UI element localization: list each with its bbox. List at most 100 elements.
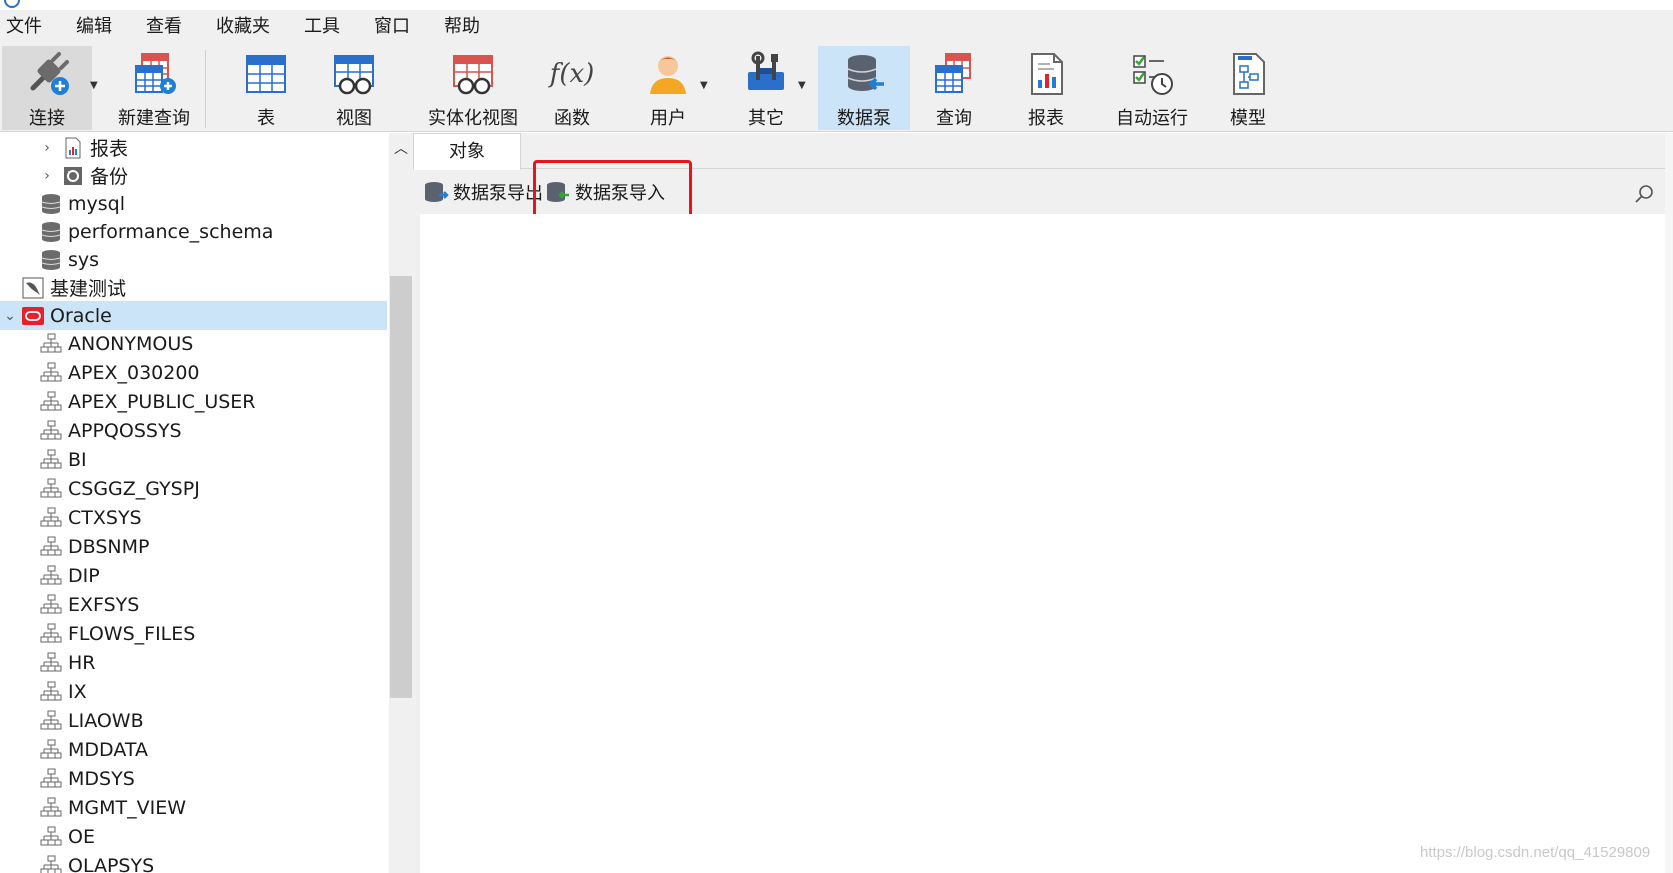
mysql-connection-icon — [22, 277, 44, 299]
schema-icon — [40, 710, 62, 732]
tree-item-mysql[interactable]: mysql — [0, 189, 387, 218]
tree-item-schema[interactable]: OE — [0, 822, 387, 851]
tree-label: MDDATA — [68, 738, 148, 761]
menu-tools[interactable]: 工具 — [287, 10, 357, 44]
view-icon — [330, 50, 378, 98]
tree-item-schema[interactable]: EXFSYS — [0, 590, 387, 619]
tree-item-jijian[interactable]: 基建测试 — [0, 273, 387, 302]
tree-label: 报表 — [90, 138, 129, 160]
tree-item-oracle[interactable]: ⌄ Oracle — [0, 301, 387, 330]
table-icon — [242, 50, 290, 98]
schema-icon — [40, 449, 62, 471]
function-icon: f(x) — [548, 50, 596, 98]
tab-objects[interactable]: 对象 — [413, 133, 521, 170]
view-button[interactable]: 视图 — [318, 46, 390, 130]
tree-label: ANONYMOUS — [68, 332, 194, 355]
tree-label: LIAOWB — [68, 709, 144, 732]
chevron-right-icon[interactable]: › — [40, 140, 54, 156]
tree-item-schema[interactable]: IX — [0, 677, 387, 706]
connect-button[interactable]: 连接 — [2, 46, 92, 130]
tree-item-schema[interactable]: CSGGZ_GYSPJ — [0, 474, 387, 503]
menu-help[interactable]: 帮助 — [427, 10, 497, 44]
search-icon[interactable] — [1634, 184, 1654, 204]
schema-icon — [40, 536, 62, 558]
tree-label: MGMT_VIEW — [68, 796, 187, 819]
tree-item-schema[interactable]: APPQOSSYS — [0, 416, 387, 445]
connect-dropdown-icon[interactable]: ▼ — [90, 80, 98, 91]
tree-item-schema[interactable]: DIP — [0, 561, 387, 590]
tree-item-schema[interactable]: BI — [0, 445, 387, 474]
tree-item-schema[interactable]: MDSYS — [0, 764, 387, 793]
tree-label: OLAPSYS — [68, 854, 155, 873]
tree-label: HR — [68, 651, 96, 674]
tree-label: APEX_030200 — [68, 361, 200, 384]
menu-window[interactable]: 窗口 — [357, 10, 427, 44]
function-label: 函数 — [554, 108, 590, 129]
other-button[interactable]: 其它 — [730, 46, 802, 130]
report-icon — [62, 137, 84, 159]
tools-icon — [742, 50, 790, 98]
tree-item-schema[interactable]: APEX_030200 — [0, 358, 387, 387]
tree-label: CSGGZ_GYSPJ — [68, 477, 200, 500]
tree-item-schema[interactable]: MDDATA — [0, 735, 387, 764]
user-button[interactable]: 用户 — [632, 46, 704, 130]
schema-icon — [40, 623, 62, 645]
tree-item-schema[interactable]: CTXSYS — [0, 503, 387, 532]
tree-label: 基建测试 — [50, 278, 127, 300]
materialized-view-button[interactable]: 实体化视图 — [418, 46, 528, 130]
tree-item-schema[interactable]: HR — [0, 648, 387, 677]
tree-label: OE — [68, 825, 95, 848]
tree-item-sys[interactable]: sys — [0, 245, 387, 274]
schema-icon — [40, 362, 62, 384]
model-icon — [1224, 50, 1272, 98]
tree-item-schema[interactable]: OLAPSYS — [0, 851, 387, 873]
tree-scrollbar[interactable] — [389, 133, 413, 873]
report-button[interactable]: 报表 — [1010, 46, 1082, 130]
tree-label: APPQOSSYS — [68, 419, 182, 442]
schema-icon — [40, 855, 62, 873]
tree-item-schema[interactable]: MGMT_VIEW — [0, 793, 387, 822]
tree-item-backup[interactable]: › 备份 — [0, 161, 387, 190]
tree-item-schema[interactable]: APEX_PUBLIC_USER — [0, 387, 387, 416]
tree-item-schema[interactable]: DBSNMP — [0, 532, 387, 561]
tree-item-schema[interactable]: FLOWS_FILES — [0, 619, 387, 648]
menu-view[interactable]: 查看 — [129, 10, 199, 44]
menu-file[interactable]: 文件 — [0, 10, 59, 44]
backup-icon — [62, 165, 84, 187]
automation-label: 自动运行 — [1116, 108, 1188, 129]
tree-item-schema[interactable]: ANONYMOUS — [0, 329, 387, 358]
other-dropdown-icon[interactable]: ▼ — [798, 80, 806, 91]
chevron-right-icon[interactable]: › — [40, 168, 54, 184]
chevron-down-icon[interactable]: ⌄ — [0, 308, 20, 324]
function-glyph: f(x) — [549, 59, 595, 89]
menu-edit[interactable]: 编辑 — [59, 10, 129, 44]
tree-label: DIP — [68, 564, 100, 587]
data-pump-button[interactable]: 数据泵 — [818, 46, 910, 130]
user-icon — [644, 50, 692, 98]
user-dropdown-icon[interactable]: ▼ — [700, 80, 708, 91]
function-button[interactable]: f(x) 函数 — [536, 46, 608, 130]
menu-favorites[interactable]: 收藏夹 — [199, 10, 287, 44]
database-icon — [40, 249, 62, 271]
table-button[interactable]: 表 — [232, 46, 300, 130]
data-pump-icon — [840, 50, 888, 98]
object-list-area[interactable] — [420, 214, 1665, 873]
schema-icon — [40, 565, 62, 587]
automation-button[interactable]: 自动运行 — [1100, 46, 1204, 130]
model-button[interactable]: 模型 — [1212, 46, 1284, 130]
data-pump-export-icon — [423, 179, 449, 205]
new-query-button[interactable]: 新建查询 — [104, 46, 204, 130]
tree-item-report[interactable]: › 报表 — [0, 133, 387, 162]
tree-item-schema[interactable]: LIAOWB — [0, 706, 387, 735]
data-pump-export-button[interactable]: 数据泵导出 — [423, 178, 543, 206]
table-label: 表 — [257, 108, 275, 129]
tree-item-performance-schema[interactable]: performance_schema — [0, 217, 387, 246]
scrollbar-thumb[interactable] — [390, 276, 412, 698]
schema-icon — [40, 768, 62, 790]
collapse-up-icon[interactable]: ︿ — [394, 138, 408, 158]
schema-icon — [40, 391, 62, 413]
report-icon — [1022, 50, 1070, 98]
query-icon — [930, 50, 978, 98]
query-button[interactable]: 查询 — [918, 46, 990, 130]
schema-icon — [40, 478, 62, 500]
